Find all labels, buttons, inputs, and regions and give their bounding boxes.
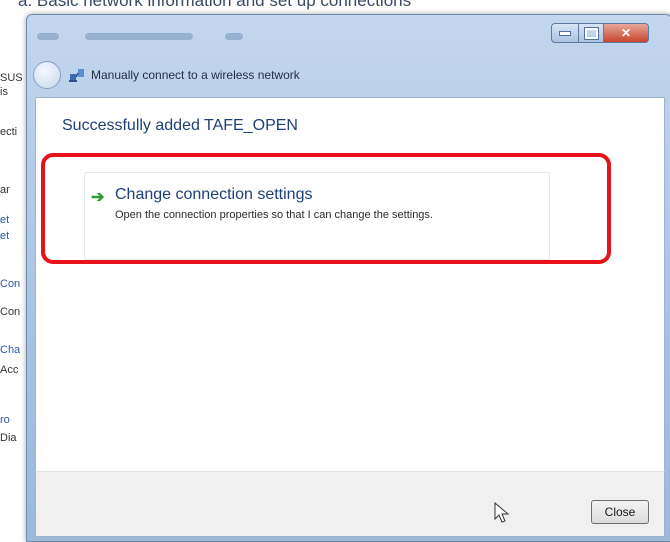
titlebar-blur [37, 33, 59, 40]
arrow-right-icon: ➔ [91, 189, 105, 206]
navigation-bar: Manually connect to a wireless network [33, 61, 300, 89]
back-button[interactable] [33, 61, 61, 89]
maximize-button[interactable] [579, 23, 604, 43]
background-text-fragment: ecti [0, 126, 18, 138]
nav-title: Manually connect to a wireless network [91, 68, 300, 82]
close-button[interactable]: Close [591, 500, 649, 524]
background-link-fragment[interactable]: ro [0, 414, 10, 426]
cursor-icon [494, 501, 510, 529]
minimize-button[interactable] [551, 23, 579, 43]
background-link-fragment[interactable]: Cha [0, 344, 20, 356]
maximize-icon [583, 26, 599, 40]
close-icon: ✕ [620, 26, 632, 40]
titlebar-blur [85, 33, 193, 40]
caption-buttons: ✕ [551, 23, 649, 43]
minimize-icon [559, 30, 571, 36]
background-text-fragment: Dia [0, 432, 17, 444]
background-link-fragment[interactable]: et [0, 214, 9, 226]
background-text-fragment: SUS [0, 72, 23, 84]
background-link-fragment[interactable]: Con [0, 278, 20, 290]
dialog-footer: Close [35, 471, 665, 537]
background-text-fragment: Con [0, 306, 21, 318]
background-heading: a. Basic network information and set up … [18, 0, 412, 10]
background-link-fragment[interactable]: et [0, 230, 9, 242]
background-text-fragment: Acc [0, 364, 19, 376]
dialog-content: Successfully added TAFE_OPEN ➔ Change co… [35, 97, 665, 472]
titlebar-blur [225, 33, 243, 40]
network-icon [69, 67, 87, 83]
task-title[interactable]: Change connection settings [115, 186, 312, 204]
dialog-window: ✕ Manually connect to a wireless network… [26, 14, 670, 542]
page-title: Successfully added TAFE_OPEN [62, 117, 298, 134]
background-text-fragment: is [0, 86, 8, 98]
task-description: Open the connection properties so that I… [115, 209, 433, 221]
change-connection-settings-link[interactable]: ➔ Change connection settings Open the co… [84, 172, 550, 260]
close-window-button[interactable]: ✕ [604, 23, 649, 43]
background-text-fragment: ar [0, 184, 10, 196]
